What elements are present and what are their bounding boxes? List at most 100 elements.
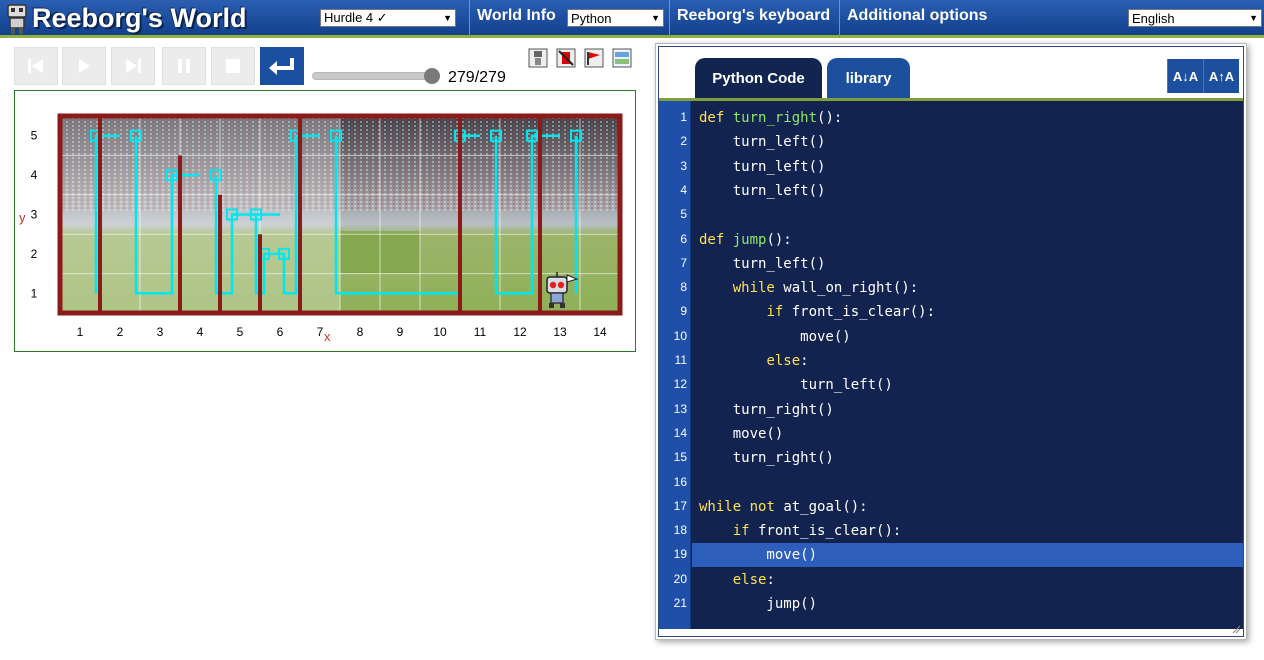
code-line: while not at_goal(): xyxy=(699,495,868,519)
code-line: turn_left() xyxy=(699,179,826,203)
font-decrease-button[interactable]: A↓A xyxy=(1167,59,1203,93)
code-line: jump() xyxy=(699,592,817,616)
x-tick-label: 2 xyxy=(117,325,124,339)
line-number: 13 xyxy=(673,401,687,416)
robot-delete-icon[interactable] xyxy=(556,48,576,68)
reverse-step-button[interactable] xyxy=(14,47,58,85)
y-tick-label: 2 xyxy=(31,247,38,261)
code-keyword: else xyxy=(732,571,767,588)
speed-slider-thumb[interactable] xyxy=(424,68,440,84)
tab-python-code-label: Python Code xyxy=(712,70,805,87)
header-divider xyxy=(669,0,670,38)
world-canvas[interactable]: 1 2 3 4 5 6 7 8 9 10 11 12 13 14 1 2 3 4 5 y x xyxy=(14,90,636,352)
code-editor-panel: Python Code library A↓A A↑A 1 2 3 4 5 6 7 8 9 10 1… xyxy=(655,43,1247,640)
code-text: turn_left() xyxy=(699,158,826,175)
x-tick-label: 13 xyxy=(553,325,567,339)
ui-language-select[interactable]: English ▼ xyxy=(1128,9,1262,27)
resize-grip-icon[interactable] xyxy=(1231,624,1241,634)
code-text: move() xyxy=(699,547,818,564)
code-line: def jump(): xyxy=(699,228,792,252)
line-number: 12 xyxy=(673,377,687,392)
world-info-button[interactable]: World Info xyxy=(477,7,556,25)
code-text: wall_on_right(): xyxy=(774,280,919,297)
header-divider xyxy=(469,0,470,38)
speed-slider[interactable] xyxy=(312,72,438,80)
code-line: turn_right() xyxy=(699,398,834,422)
line-number: 2 xyxy=(680,134,687,149)
play-icon xyxy=(79,59,90,73)
code-line: turn_right() xyxy=(699,446,834,470)
header-divider xyxy=(839,0,840,38)
code-line: def turn_right(): xyxy=(699,106,842,130)
skip-back-icon xyxy=(28,59,43,73)
x-tick-label: 1 xyxy=(77,325,84,339)
robot-world-icon[interactable] xyxy=(528,48,548,68)
pause-button[interactable] xyxy=(162,47,206,85)
code-text: turn_left() xyxy=(699,377,893,394)
code-keyword: not xyxy=(749,498,775,515)
code-area[interactable]: 1 2 3 4 5 6 7 8 9 10 11 12 13 14 15 16 17 18 19 20 21 def tu… xyxy=(659,98,1243,629)
code-text: : xyxy=(766,571,775,588)
line-number: 6 xyxy=(680,231,687,246)
code-keyword: while xyxy=(699,498,742,515)
line-number: 1 xyxy=(680,110,687,124)
code-text: move() xyxy=(699,328,851,345)
tab-python-code[interactable]: Python Code xyxy=(695,58,822,99)
code-text: turn_right() xyxy=(699,401,834,418)
code-line: move() xyxy=(699,543,817,567)
code-keyword: if xyxy=(766,304,784,321)
stop-button[interactable] xyxy=(211,47,255,85)
editor-tab-bar: Python Code library A↓A A↑A xyxy=(659,47,1243,99)
y-tick-label: 4 xyxy=(31,168,38,182)
code-text: turn_right() xyxy=(699,450,834,467)
additional-options-button[interactable]: Additional options xyxy=(847,7,987,25)
tab-library[interactable]: library xyxy=(827,58,910,99)
line-number: 10 xyxy=(673,328,687,343)
world-image-icon[interactable] xyxy=(612,48,632,68)
x-tick-label: 14 xyxy=(593,325,607,339)
pause-icon xyxy=(178,59,190,73)
line-number: 18 xyxy=(673,523,687,538)
step-button[interactable] xyxy=(111,47,155,85)
run-button[interactable] xyxy=(62,47,106,85)
x-tick-label: 3 xyxy=(157,325,164,339)
tab-library-label: library xyxy=(845,70,892,87)
code-line: move() xyxy=(699,325,851,349)
code-text: front_is_clear(): xyxy=(749,523,902,540)
code-text: turn_left() xyxy=(699,255,826,272)
code-line: turn_left() xyxy=(699,252,826,276)
app-title: Reeborg's World xyxy=(32,3,247,33)
header-bar: Reeborg's World Hurdle 4 ✓ ▼ World Info … xyxy=(0,0,1264,38)
line-number: 16 xyxy=(673,474,687,489)
reload-button[interactable] xyxy=(260,47,304,85)
flag-icon[interactable] xyxy=(584,48,604,68)
x-tick-label: 6 xyxy=(277,325,284,339)
code-line: turn_left() xyxy=(699,155,826,179)
font-size-controls: A↓A A↑A xyxy=(1167,59,1239,93)
world-select[interactable]: Hurdle 4 ✓ ▼ xyxy=(320,9,456,27)
code-line: else: xyxy=(699,568,775,592)
keyboard-button[interactable]: Reeborg's keyboard xyxy=(677,7,830,25)
language-select-value: Python xyxy=(571,10,612,26)
skip-forward-icon xyxy=(126,59,141,73)
code-keyword: if xyxy=(732,523,750,540)
y-axis-label: y xyxy=(19,210,26,225)
font-increase-button[interactable]: A↑A xyxy=(1203,59,1239,93)
code-text: at_goal(): xyxy=(774,498,868,515)
x-tick-label: 8 xyxy=(357,325,364,339)
line-number: 3 xyxy=(680,158,687,173)
line-number: 7 xyxy=(680,255,687,270)
language-select[interactable]: Python ▼ xyxy=(567,9,664,27)
line-number: 20 xyxy=(673,571,687,586)
code-line: else: xyxy=(699,349,808,373)
code-text: front_is_clear(): xyxy=(783,304,936,321)
x-tick-label: 4 xyxy=(197,325,204,339)
ui-language-select-value: English xyxy=(1132,10,1175,26)
code-line: if front_is_clear(): xyxy=(699,519,902,543)
code-text: turn_left() xyxy=(699,182,826,199)
step-current: 279 xyxy=(448,69,475,86)
